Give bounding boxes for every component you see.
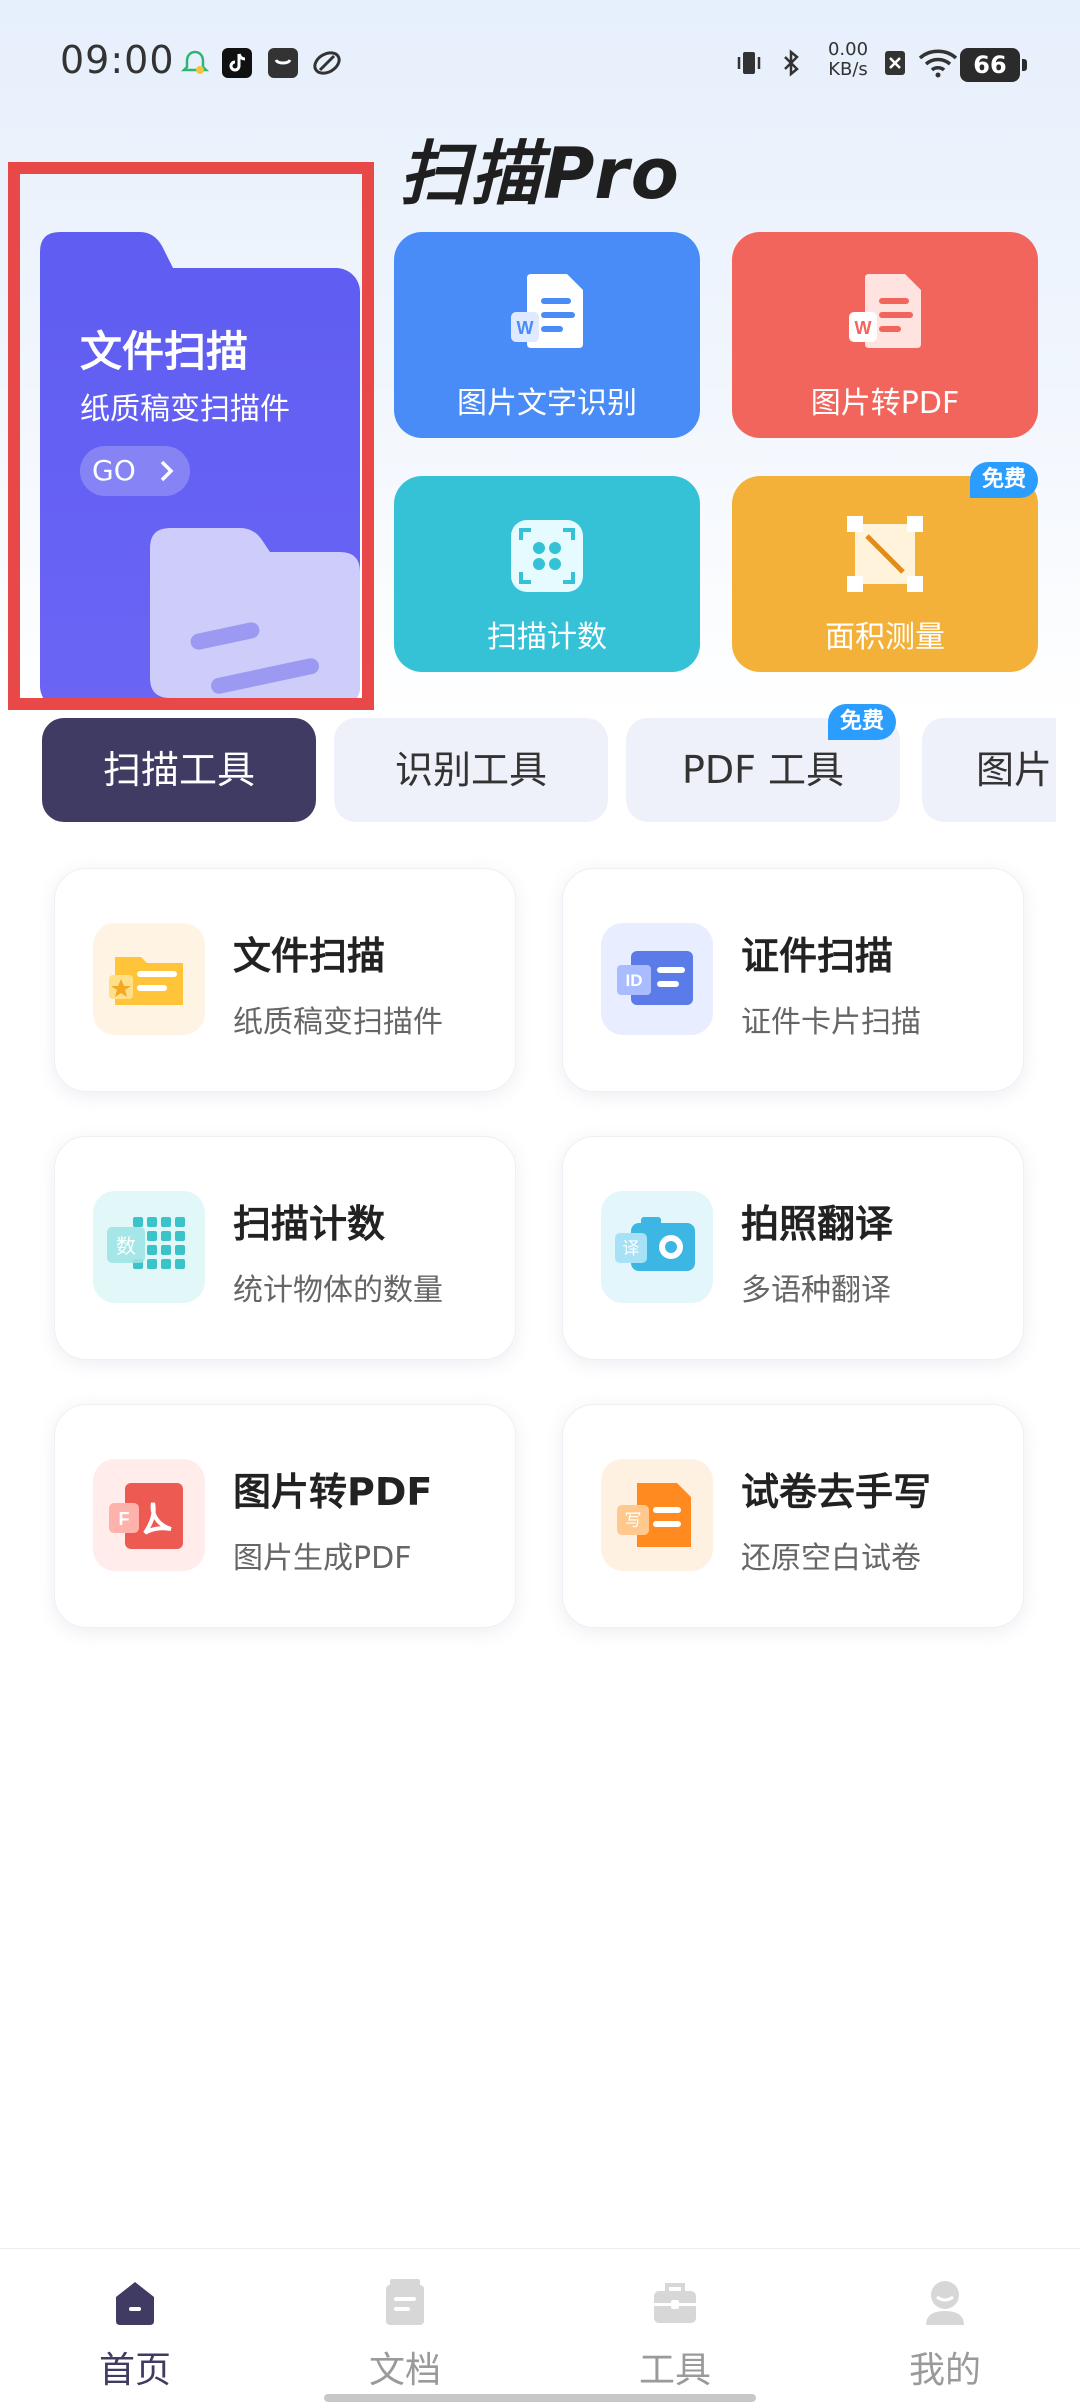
tool-photo-translate[interactable]: 译 拍照翻译 多语种翻译 bbox=[562, 1136, 1024, 1360]
erase-handwriting-icon: 写 bbox=[601, 1459, 713, 1571]
status-bar: 09:00 0.00 KB/s 66 bbox=[0, 0, 1080, 128]
camera-translate-icon: 译 bbox=[601, 1191, 713, 1303]
word-doc-icon: W bbox=[849, 274, 921, 348]
tool-subtitle: 图片生成PDF bbox=[233, 1541, 412, 1576]
tool-title: 图片转PDF bbox=[233, 1470, 433, 1514]
svg-text:数: 数 bbox=[116, 1234, 136, 1258]
word-doc-icon: W bbox=[511, 274, 583, 348]
svg-text:F: F bbox=[119, 1509, 130, 1529]
nav-home[interactable]: 首页 bbox=[0, 2249, 270, 2408]
highlight-box bbox=[8, 162, 374, 710]
sim-icon bbox=[885, 51, 905, 75]
scan-count-icon bbox=[511, 520, 583, 592]
tool-subtitle: 还原空白试卷 bbox=[741, 1541, 921, 1576]
nav-profile[interactable]: 我的 bbox=[810, 2249, 1080, 2408]
message-icon bbox=[268, 48, 298, 78]
tool-subtitle: 统计物体的数量 bbox=[233, 1273, 443, 1308]
home-indicator[interactable] bbox=[324, 2394, 756, 2402]
tab-image-tools[interactable]: 图片 bbox=[922, 718, 1056, 822]
notification-icon bbox=[180, 50, 210, 74]
status-time: 09:00 bbox=[60, 38, 175, 82]
document-icon bbox=[386, 2279, 424, 2325]
tool-subtitle: 多语种翻译 bbox=[741, 1273, 891, 1308]
tool-title: 文件扫描 bbox=[233, 934, 386, 978]
home-screen: 09:00 0.00 KB/s 66 扫描Pro 文件扫描 纸质稿变扫描件 GO bbox=[0, 0, 1080, 2408]
tool-scan-count[interactable]: 数 扫描计数 统计物体的数量 bbox=[54, 1136, 516, 1360]
home-icon bbox=[116, 2282, 154, 2325]
count-grid-icon: 数 bbox=[93, 1191, 205, 1303]
nav-documents-label: 文档 bbox=[368, 2350, 441, 2391]
feature-area-measure-label: 面积测量 bbox=[825, 620, 945, 655]
area-measure-icon bbox=[847, 516, 923, 592]
tool-title: 拍照翻译 bbox=[741, 1202, 894, 1246]
svg-text:译: 译 bbox=[623, 1239, 640, 1259]
feature-ocr-card[interactable]: W 图片文字识别 bbox=[394, 232, 700, 438]
svg-text:ID: ID bbox=[626, 971, 643, 990]
nav-profile-label: 我的 bbox=[908, 2350, 981, 2391]
network-speed: 0.00 KB/s bbox=[820, 40, 876, 80]
feature-area-measure-card[interactable]: 面积测量 免费 bbox=[732, 462, 1038, 672]
bottom-nav: 首页 文档 工具 我的 bbox=[0, 2248, 1080, 2408]
tool-category-tabs: 扫描工具 识别工具 PDF 工具 图片 bbox=[42, 718, 1056, 824]
tool-file-scan[interactable]: 文件扫描 纸质稿变扫描件 bbox=[54, 868, 516, 1092]
folder-scan-icon bbox=[93, 923, 205, 1035]
tool-id-scan[interactable]: ID 证件扫描 证件卡片扫描 bbox=[562, 868, 1024, 1092]
tool-image-to-pdf[interactable]: F 图片转PDF 图片生成PDF bbox=[54, 1404, 516, 1628]
wifi-icon bbox=[918, 49, 958, 78]
free-badge: 免费 bbox=[969, 462, 1038, 498]
svg-text:W: W bbox=[517, 318, 534, 338]
nav-tools-label: 工具 bbox=[638, 2350, 711, 2391]
feature-scan-count-card[interactable]: 扫描计数 bbox=[394, 476, 700, 672]
app-icon bbox=[313, 51, 341, 75]
nav-documents[interactable]: 文档 bbox=[270, 2249, 540, 2408]
tool-erase-handwriting[interactable]: 写 试卷去手写 还原空白试卷 bbox=[562, 1404, 1024, 1628]
feature-image-to-pdf-label: 图片转PDF bbox=[810, 386, 960, 421]
pdf-icon: F bbox=[93, 1459, 205, 1571]
profile-icon bbox=[926, 2281, 964, 2325]
free-badge: 免费 bbox=[828, 704, 897, 740]
net-speed-value: 0.00 bbox=[827, 39, 869, 60]
bluetooth-icon bbox=[784, 49, 799, 77]
battery-icon: 66 bbox=[960, 48, 1027, 82]
tool-subtitle: 证件卡片扫描 bbox=[741, 1005, 921, 1040]
toolbox-icon bbox=[654, 2283, 696, 2323]
id-card-icon: ID bbox=[601, 923, 713, 1035]
tool-subtitle: 纸质稿变扫描件 bbox=[233, 1005, 443, 1040]
net-speed-unit: KB/s bbox=[828, 59, 868, 80]
tab-scan-tools[interactable]: 扫描工具 bbox=[42, 718, 316, 822]
svg-text:W: W bbox=[855, 318, 872, 338]
feature-ocr-label: 图片文字识别 bbox=[457, 386, 637, 421]
nav-home-label: 首页 bbox=[98, 2350, 171, 2391]
nav-tools[interactable]: 工具 bbox=[540, 2249, 810, 2408]
tiktok-icon bbox=[222, 48, 252, 78]
vibrate-icon bbox=[737, 52, 761, 74]
tool-title: 证件扫描 bbox=[741, 934, 894, 978]
tool-title: 试卷去手写 bbox=[741, 1470, 932, 1514]
feature-image-to-pdf-card[interactable]: W 图片转PDF bbox=[732, 232, 1038, 438]
svg-text:写: 写 bbox=[625, 1511, 642, 1531]
tab-recognize-tools[interactable]: 识别工具 bbox=[334, 718, 608, 822]
tool-title: 扫描计数 bbox=[233, 1202, 386, 1246]
feature-scan-count-label: 扫描计数 bbox=[487, 620, 607, 655]
